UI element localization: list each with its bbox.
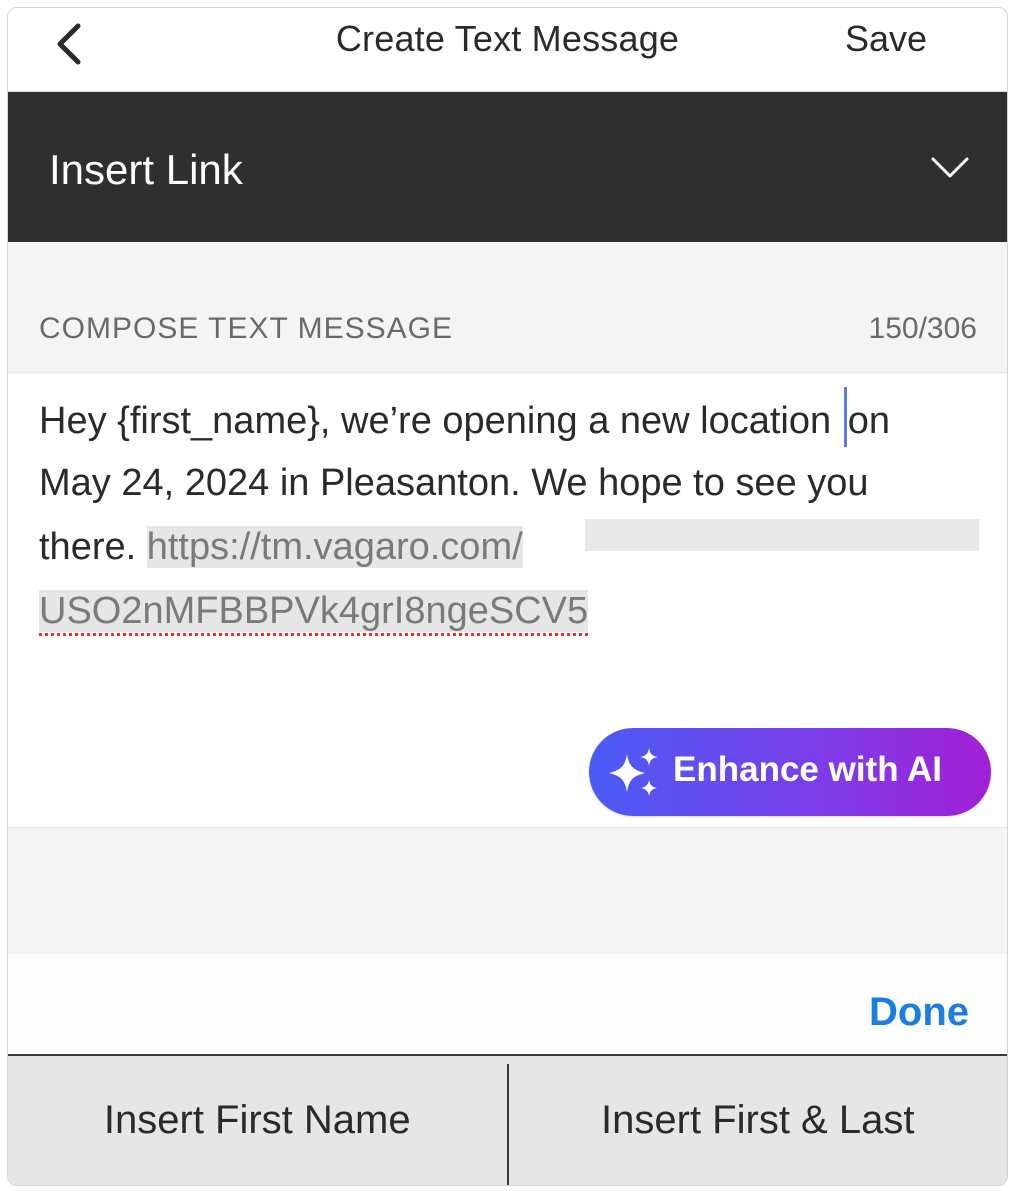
message-line: Hey {first_name}, we’re opening a new lo…	[39, 387, 979, 451]
enhance-with-ai-button[interactable]: Enhance with AI	[589, 728, 991, 816]
compose-header: COMPOSE TEXT MESSAGE 150/306	[8, 242, 1007, 372]
save-button[interactable]: Save	[845, 18, 927, 60]
text-caret	[843, 387, 847, 447]
message-text-segment: on	[847, 400, 890, 442]
insert-link-dropdown[interactable]: Insert Link	[8, 92, 1007, 242]
message-text[interactable]: Hey {first_name}, we’re opening a new lo…	[39, 387, 979, 643]
insert-link-label: Insert Link	[49, 146, 243, 193]
insert-first-last-button[interactable]: Insert First & Last	[509, 1056, 1008, 1185]
compose-label: COMPOSE TEXT MESSAGE	[39, 312, 453, 345]
done-button[interactable]: Done	[869, 990, 969, 1035]
keyboard-accessory-bar: Done	[8, 954, 1007, 1056]
message-text-segment: there.	[39, 526, 147, 568]
message-text-segment: Hey {first_name}, we’re opening a new lo…	[39, 400, 842, 442]
empty-area	[8, 828, 1007, 954]
sparkles-icon	[609, 748, 658, 796]
app-screen: Create Text Message Save Insert Link COM…	[7, 7, 1008, 1186]
message-textarea[interactable]: Hey {first_name}, we’re opening a new lo…	[8, 372, 1007, 829]
chevron-down-icon	[931, 157, 969, 178]
character-count: 150/306	[868, 312, 977, 345]
nav-bar: Create Text Message Save	[8, 8, 1007, 92]
message-link-continued[interactable]: USO2nMFBBPVk4grI8ngeSCV5	[39, 590, 589, 632]
enhance-with-ai-label: Enhance with AI	[673, 750, 943, 789]
message-line: May 24, 2024 in Pleasanton. We hope to s…	[39, 462, 869, 504]
insert-first-name-button[interactable]: Insert First Name	[8, 1056, 507, 1185]
message-line: there. https://tm.vagaro.com/	[39, 515, 979, 579]
insert-toolbar: Insert First Name Insert First & Last	[8, 1056, 1007, 1185]
message-link[interactable]: https://tm.vagaro.com/	[146, 526, 523, 568]
message-line: USO2nMFBBPVk4grI8ngeSCV5	[39, 579, 979, 643]
